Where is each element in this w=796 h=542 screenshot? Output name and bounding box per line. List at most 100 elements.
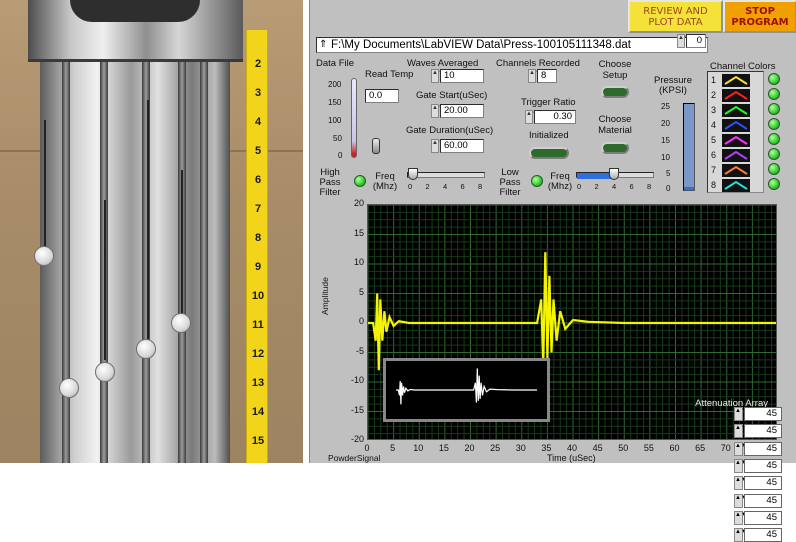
tape-number: 2	[254, 58, 262, 70]
channel-color-row: 4	[708, 118, 765, 133]
channel-swatch[interactable]	[722, 89, 750, 102]
cylinder-slot	[62, 62, 70, 463]
tape-number: 9	[254, 261, 262, 273]
channel-swatch[interactable]	[722, 134, 750, 147]
x-tick-label: 35	[541, 443, 552, 453]
attenuation-index-spinner[interactable]: ▲▼	[734, 407, 747, 421]
tape-number: 5	[254, 145, 262, 157]
transducer-disc	[136, 339, 156, 359]
pressure-tick: 15	[661, 136, 670, 145]
channels-recorded-label: Channels Recorded	[496, 58, 580, 69]
tape-number: 14	[251, 406, 265, 418]
attenuation-index-spinner[interactable]: ▲▼	[734, 441, 747, 456]
y-tick-label: 10	[353, 257, 364, 267]
channel-color-row: 7	[708, 163, 765, 178]
attenuation-index-spinner[interactable]: ▲▼	[734, 493, 747, 508]
attenuation-index-spinner[interactable]: ▲▼	[734, 424, 747, 439]
attenuation-value[interactable]: 45	[744, 424, 782, 439]
initialized-indicator[interactable]	[529, 147, 569, 159]
choose-material-button[interactable]	[601, 142, 629, 154]
choose-setup-button[interactable]	[601, 86, 629, 98]
x-tick-label: 55	[643, 443, 654, 453]
pressure-value[interactable]: 0	[686, 34, 706, 48]
high-pass-slider-track[interactable]	[407, 172, 485, 178]
high-pass-toggle[interactable]	[354, 175, 366, 187]
attenuation-value[interactable]: 45	[744, 441, 782, 456]
review-and-plot-button[interactable]: REVIEW AND PLOT DATA	[628, 0, 723, 33]
gate-duration-label: Gate Duration(uSec)	[406, 125, 494, 136]
y-tick-label: 15	[353, 227, 364, 238]
x-axis-label: Time (uSec)	[547, 453, 596, 463]
labview-front-panel: REVIEW AND PLOT DATA STOP PROGRAM ⇑ F:\M…	[309, 0, 796, 542]
slider-tick: 4	[612, 182, 617, 191]
read-temp-value: 0.0	[365, 89, 399, 103]
trigger-ratio-spinner[interactable]: ▲▼	[525, 110, 538, 124]
sensor-wire	[147, 100, 149, 350]
pressure-tick: 10	[661, 153, 670, 162]
attenuation-value[interactable]: 45	[744, 458, 782, 473]
pressure-tick: 5	[666, 169, 671, 178]
attenuation-index-spinner[interactable]: ▲▼	[734, 510, 747, 525]
attenuation-index-spinner[interactable]: ▲▼	[734, 528, 747, 542]
sensor-wire	[181, 170, 183, 320]
channel-swatch[interactable]	[722, 119, 750, 132]
channel-swatch[interactable]	[722, 104, 750, 117]
channel-number: 6	[711, 150, 717, 160]
channel-color-line	[724, 165, 748, 175]
channels-recorded-spinner[interactable]: ▲▼	[528, 69, 541, 83]
channel-swatch[interactable]	[722, 74, 750, 87]
read-temp-toggle[interactable]	[372, 138, 380, 154]
channel-color-row: 2	[708, 88, 765, 103]
file-path-text: F:\My Documents\LabVIEW Data\Press-10010…	[331, 39, 632, 51]
x-tick-label: 40	[566, 443, 577, 453]
channel-number: 3	[711, 105, 717, 115]
channels-recorded-input[interactable]: 8	[537, 69, 557, 83]
transducer-disc	[59, 378, 79, 398]
y-axis-label: Amplitude	[320, 277, 330, 315]
waveform-graph: 20 15 10 5 0 -5 -10 -15 -20 0 5 10 15 20 25 30 35 40 45 50…	[310, 195, 796, 542]
attenuation-value[interactable]: 45	[744, 510, 782, 525]
attenuation-index-spinner[interactable]: ▲▼	[734, 458, 747, 473]
file-path-display[interactable]: ⇑ F:\My Documents\LabVIEW Data\Press-100…	[316, 37, 708, 53]
slider-tick: 4	[443, 182, 448, 191]
channel-color-row: 1	[708, 73, 765, 88]
high-pass-slider-thumb[interactable]	[408, 168, 418, 180]
stop-program-button[interactable]: STOP PROGRAM	[723, 0, 796, 33]
attenuation-value[interactable]: 45	[744, 528, 782, 542]
cylinder-slot	[200, 62, 208, 463]
attenuation-value[interactable]: 45	[744, 476, 782, 491]
pressure-spinner[interactable]: ▲▼	[677, 34, 690, 48]
thumbnail-series	[396, 368, 537, 405]
channel-swatch[interactable]	[722, 149, 750, 162]
attenuation-index-spinner[interactable]: ▲▼	[734, 476, 747, 491]
attenuation-value[interactable]: 45	[744, 407, 782, 421]
pressure-tick: 0	[666, 184, 671, 193]
attenuation-value[interactable]: 45	[744, 493, 782, 508]
trigger-ratio-input[interactable]: 0.30	[534, 110, 576, 124]
plot-name-label: PowderSignal	[328, 453, 381, 463]
sensor-wire	[104, 200, 106, 360]
gate-start-spinner[interactable]: ▲▼	[431, 104, 444, 118]
gate-duration-input[interactable]: 60.00	[440, 139, 484, 153]
pressure-tick: 25	[661, 102, 670, 111]
channel-color-line	[724, 135, 748, 145]
gate-duration-spinner[interactable]: ▲▼	[431, 139, 444, 153]
channel-colors-panel: 1 2 3 4 5 6 7 8	[707, 71, 764, 193]
low-pass-slider-thumb[interactable]	[608, 168, 619, 180]
channel-swatch[interactable]	[722, 164, 750, 177]
gate-start-input[interactable]: 20.00	[440, 104, 484, 118]
pressure-tick: 20	[661, 119, 670, 128]
y-tick-label: 0	[358, 316, 364, 326]
tape-number: 8	[254, 232, 262, 244]
tape-number: 13	[251, 377, 265, 389]
low-pass-toggle[interactable]	[531, 175, 543, 187]
channel-number: 1	[711, 75, 717, 85]
slider-tick: 6	[460, 182, 465, 191]
waves-averaged-input[interactable]: 10	[440, 69, 484, 83]
channel-number: 2	[711, 90, 717, 100]
channel-color-line	[724, 120, 748, 130]
low-pass-slider-fill	[577, 173, 611, 179]
tape-number: 6	[254, 174, 262, 186]
channel-swatch[interactable]	[722, 179, 750, 192]
waves-averaged-spinner[interactable]: ▲▼	[431, 69, 444, 83]
